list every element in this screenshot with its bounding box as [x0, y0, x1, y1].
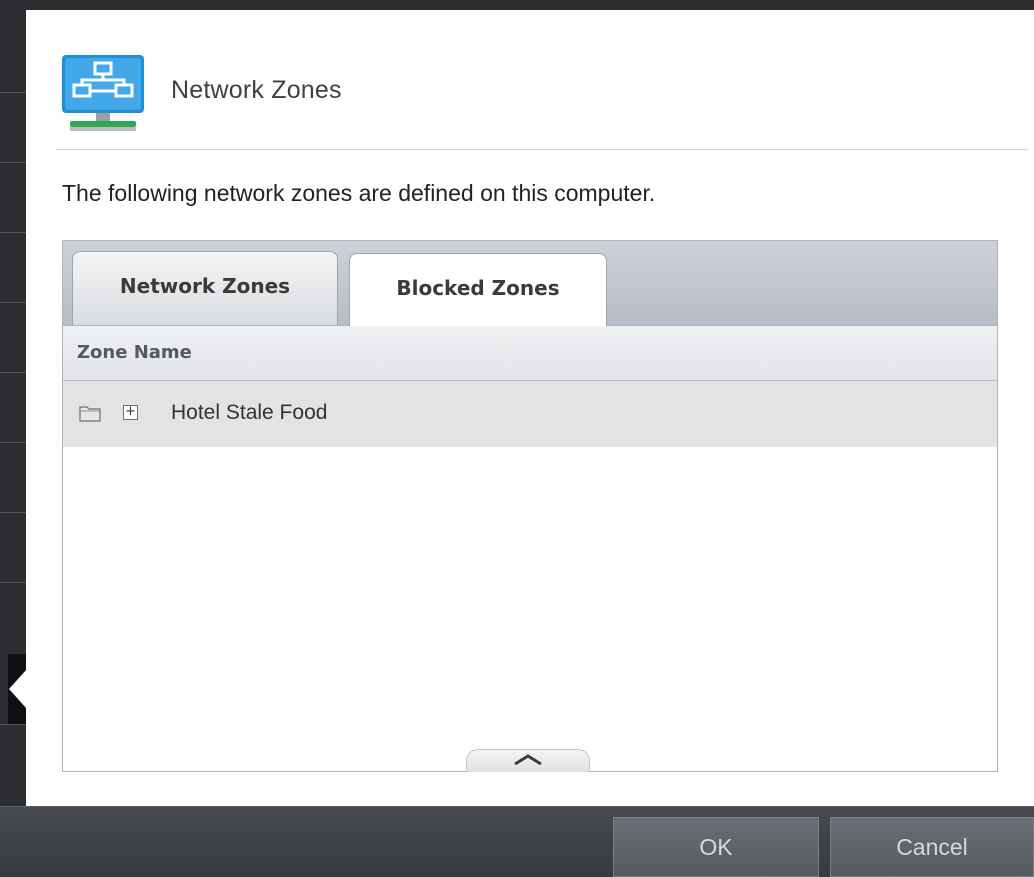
sidebar-divider	[0, 232, 26, 233]
sidebar-divider	[0, 442, 26, 443]
table-header: Zone Name	[63, 326, 997, 381]
expand-icon[interactable]: +	[123, 405, 138, 420]
collapse-panel-button[interactable]	[466, 749, 590, 772]
dialog-title: Network Zones	[171, 76, 342, 104]
sidebar-divider	[0, 512, 26, 513]
sidebar-divider	[0, 162, 26, 163]
tab-network-zones[interactable]: Network Zones	[72, 251, 338, 325]
chevron-up-icon	[514, 754, 542, 766]
zone-name: Hotel Stale Food	[171, 401, 328, 424]
dialog-footer: OK Cancel	[0, 806, 1034, 877]
zones-panel: Network Zones Blocked Zones Zone Name + …	[62, 240, 998, 772]
tab-blocked-zones[interactable]: Blocked Zones	[349, 253, 607, 328]
sidebar-divider	[0, 302, 26, 303]
table-row[interactable]: + Hotel Stale Food	[63, 381, 997, 447]
left-sidebar-frame	[0, 0, 27, 806]
title-divider	[56, 149, 1028, 150]
folder-icon	[79, 406, 101, 422]
column-header-zone-name[interactable]: Zone Name	[77, 342, 192, 363]
tab-bar: Network Zones Blocked Zones	[63, 241, 997, 328]
network-zones-dialog: Network Zones The following network zone…	[26, 10, 1034, 806]
sidebar-divider	[0, 372, 26, 373]
selection-pointer-icon	[9, 669, 27, 709]
ok-button[interactable]: OK	[613, 817, 819, 877]
dialog-description: The following network zones are defined …	[62, 180, 656, 206]
sidebar-divider	[0, 724, 26, 725]
sidebar-divider	[0, 92, 26, 93]
window-top-frame	[0, 0, 1034, 10]
network-zones-icon	[62, 55, 144, 131]
cancel-button[interactable]: Cancel	[830, 817, 1034, 877]
sidebar-divider	[0, 582, 26, 583]
